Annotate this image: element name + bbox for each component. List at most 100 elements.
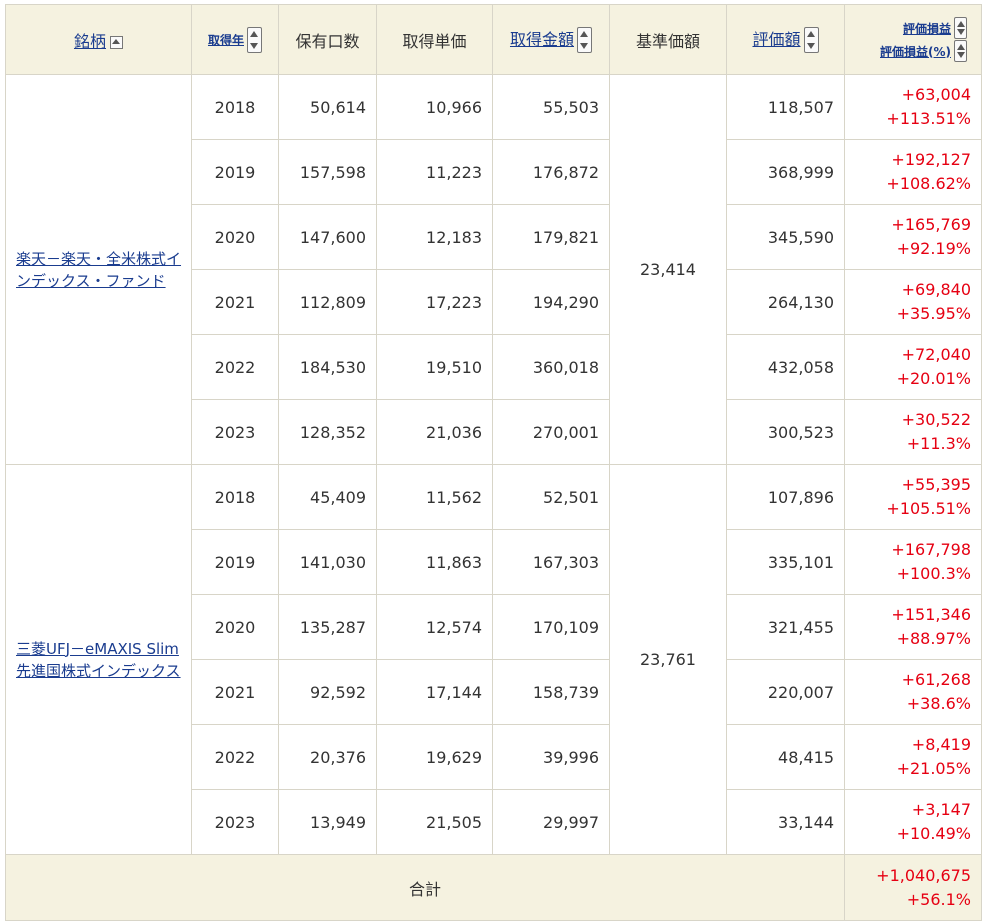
pl-amount: +3,147 bbox=[911, 800, 971, 819]
cost-cell: 176,872 bbox=[492, 139, 610, 205]
fund-name-cell: 三菱UFJ－eMAXIS Slim 先進国株式インデックス bbox=[5, 464, 192, 855]
pl-percent: +20.01% bbox=[896, 369, 971, 388]
unit-price-cell: 10,966 bbox=[376, 74, 493, 140]
sort-toggle-icon[interactable] bbox=[954, 17, 967, 39]
col-header-units: 保有口数 bbox=[278, 4, 377, 75]
value-cell: 432,058 bbox=[726, 334, 845, 400]
pl-percent: +35.95% bbox=[896, 304, 971, 323]
year-cell: 2018 bbox=[191, 464, 279, 530]
pl-cell: +3,147 +10.49% bbox=[844, 789, 982, 855]
holdings-body: 楽天－楽天・全米株式インデックス・ファンド 2018 50,614 10,966 55,… bbox=[5, 74, 982, 855]
col-header-base-price: 基準価額 bbox=[609, 4, 727, 75]
sort-toggle-icon[interactable] bbox=[954, 40, 967, 62]
pl-cell: +192,127 +108.62% bbox=[844, 139, 982, 205]
fund-name-cell: 楽天－楽天・全米株式インデックス・ファンド bbox=[5, 74, 192, 465]
pl-amount: +165,769 bbox=[891, 215, 971, 234]
pl-amount: +63,004 bbox=[901, 85, 971, 104]
year-cell: 2019 bbox=[191, 139, 279, 205]
cost-cell: 360,018 bbox=[492, 334, 610, 400]
units-cell: 157,598 bbox=[278, 139, 377, 205]
value-cell: 335,101 bbox=[726, 529, 845, 595]
pl-amount: +30,522 bbox=[901, 410, 971, 429]
units-cell: 45,409 bbox=[278, 464, 377, 530]
base-price-cell: 23,761 bbox=[609, 464, 727, 855]
sort-by-cost-link[interactable]: 取得金額 bbox=[510, 30, 574, 49]
pl-percent: +38.6% bbox=[906, 694, 971, 713]
fund-name-link[interactable]: 楽天－楽天・全米株式インデックス・ファンド bbox=[16, 250, 181, 290]
year-cell: 2023 bbox=[191, 399, 279, 465]
pl-cell: +63,004 +113.51% bbox=[844, 74, 982, 140]
fund-name-link[interactable]: 三菱UFJ－eMAXIS Slim 先進国株式インデックス bbox=[16, 640, 181, 680]
pl-amount: +55,395 bbox=[901, 475, 971, 494]
unit-price-cell: 11,863 bbox=[376, 529, 493, 595]
pl-amount: +72,040 bbox=[901, 345, 971, 364]
total-pl-cell: +1,040,675 +56.1% bbox=[844, 854, 982, 921]
cost-cell: 52,501 bbox=[492, 464, 610, 530]
year-cell: 2020 bbox=[191, 594, 279, 660]
pl-cell: +55,395 +105.51% bbox=[844, 464, 982, 530]
col-header-pl: 評価損益 評価損益(%) bbox=[844, 4, 982, 75]
sort-toggle-icon[interactable] bbox=[803, 27, 819, 54]
pl-percent: +113.51% bbox=[886, 109, 971, 128]
holdings-table: 銘柄 取得年 保有口数 取得単価 取得金額 基準価額 評価額 評価損益 評価損益… bbox=[5, 4, 982, 921]
value-cell: 48,415 bbox=[726, 724, 845, 790]
unit-price-cell: 21,036 bbox=[376, 399, 493, 465]
cost-cell: 167,303 bbox=[492, 529, 610, 595]
cost-cell: 194,290 bbox=[492, 269, 610, 335]
units-cell: 135,287 bbox=[278, 594, 377, 660]
pl-cell: +30,522 +11.3% bbox=[844, 399, 982, 465]
pl-cell: +69,840 +35.95% bbox=[844, 269, 982, 335]
col-header-unit-price: 取得単価 bbox=[376, 4, 493, 75]
pl-cell: +61,268 +38.6% bbox=[844, 659, 982, 725]
pl-percent: +92.19% bbox=[896, 239, 971, 258]
year-cell: 2018 bbox=[191, 74, 279, 140]
cost-cell: 270,001 bbox=[492, 399, 610, 465]
sort-toggle-icon[interactable] bbox=[247, 26, 262, 53]
value-cell: 118,507 bbox=[726, 74, 845, 140]
sort-by-name-link[interactable]: 銘柄 bbox=[74, 32, 106, 51]
pl-amount: +69,840 bbox=[901, 280, 971, 299]
cost-cell: 29,997 bbox=[492, 789, 610, 855]
cost-cell: 170,109 bbox=[492, 594, 610, 660]
value-cell: 33,144 bbox=[726, 789, 845, 855]
value-cell: 300,523 bbox=[726, 399, 845, 465]
pl-cell: +165,769 +92.19% bbox=[844, 204, 982, 270]
sort-by-pl-link[interactable]: 評価損益 bbox=[903, 22, 951, 36]
base-price-cell: 23,414 bbox=[609, 74, 727, 465]
unit-price-cell: 17,144 bbox=[376, 659, 493, 725]
cost-cell: 158,739 bbox=[492, 659, 610, 725]
pl-percent: +105.51% bbox=[886, 499, 971, 518]
year-cell: 2022 bbox=[191, 724, 279, 790]
header-row: 銘柄 取得年 保有口数 取得単価 取得金額 基準価額 評価額 評価損益 評価損益… bbox=[5, 4, 982, 75]
pl-percent: +11.3% bbox=[906, 434, 971, 453]
pl-cell: +8,419 +21.05% bbox=[844, 724, 982, 790]
unit-price-cell: 21,505 bbox=[376, 789, 493, 855]
sort-asc-icon[interactable] bbox=[110, 35, 123, 49]
pl-percent: +108.62% bbox=[886, 174, 971, 193]
unit-price-cell: 12,183 bbox=[376, 204, 493, 270]
units-cell: 50,614 bbox=[278, 74, 377, 140]
sort-by-value-link[interactable]: 評価額 bbox=[752, 30, 800, 49]
units-cell: 147,600 bbox=[278, 204, 377, 270]
year-cell: 2020 bbox=[191, 204, 279, 270]
pl-percent: +88.97% bbox=[896, 629, 971, 648]
units-cell: 92,592 bbox=[278, 659, 377, 725]
col-header-value: 評価額 bbox=[726, 4, 845, 75]
sort-toggle-icon[interactable] bbox=[577, 27, 592, 54]
units-cell: 20,376 bbox=[278, 724, 377, 790]
unit-price-cell: 11,223 bbox=[376, 139, 493, 205]
unit-price-cell: 17,223 bbox=[376, 269, 493, 335]
sort-by-pl-pct-link[interactable]: 評価損益(%) bbox=[880, 45, 951, 59]
sort-by-year-link[interactable]: 取得年 bbox=[208, 33, 244, 47]
unit-price-cell: 19,510 bbox=[376, 334, 493, 400]
pl-amount: +8,419 bbox=[911, 735, 971, 754]
cost-cell: 55,503 bbox=[492, 74, 610, 140]
year-cell: 2023 bbox=[191, 789, 279, 855]
col-header-year: 取得年 bbox=[191, 4, 279, 75]
units-cell: 141,030 bbox=[278, 529, 377, 595]
pl-cell: +167,798 +100.3% bbox=[844, 529, 982, 595]
value-cell: 107,896 bbox=[726, 464, 845, 530]
value-cell: 220,007 bbox=[726, 659, 845, 725]
units-cell: 13,949 bbox=[278, 789, 377, 855]
pl-cell: +72,040 +20.01% bbox=[844, 334, 982, 400]
